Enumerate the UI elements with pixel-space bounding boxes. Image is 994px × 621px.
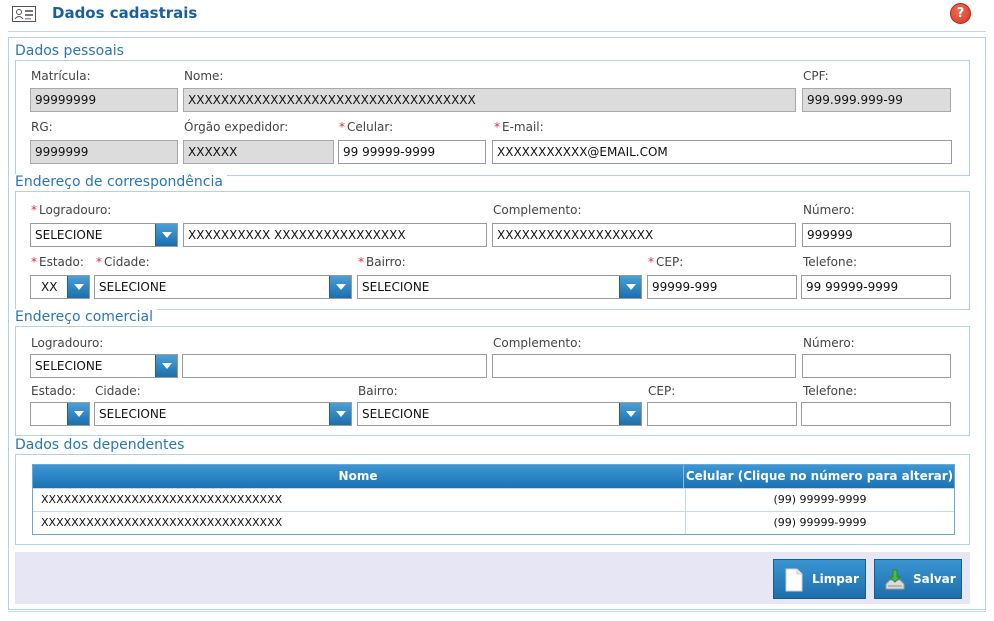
required-mark: * <box>648 255 654 269</box>
matricula-field[interactable]: 99999999 <box>30 88 178 112</box>
action-bar: Limpar Salvar <box>15 552 970 604</box>
label-cidade-comercial: Cidade: <box>95 384 141 398</box>
label-cpf: CPF: <box>803 69 829 83</box>
chevron-down-icon[interactable] <box>619 276 641 298</box>
label-estado-comercial: Estado: <box>31 384 76 398</box>
legend-endereco-correspondencia: Endereço de correspondência <box>15 174 227 190</box>
label-cidade: * Cidade: <box>96 255 150 269</box>
orgao-expedidor-field[interactable]: XXXXXX <box>183 140 334 164</box>
page-header: Dados cadastrais ? <box>0 0 994 30</box>
blank-page-icon <box>785 568 803 592</box>
id-card-icon <box>12 6 36 22</box>
label-cep-comercial: CEP: <box>648 384 676 398</box>
dependente-celular-link[interactable]: (99) 99999-9999 <box>685 512 954 534</box>
chevron-down-icon[interactable] <box>155 224 177 246</box>
column-header-nome: Nome <box>33 465 684 488</box>
chevron-down-icon[interactable] <box>329 403 351 425</box>
cidade-comercial-value: SELECIONE <box>99 407 167 421</box>
logradouro-tipo-value: SELECIONE <box>35 228 103 242</box>
limpar-label: Limpar <box>812 572 859 586</box>
label-telefone-comercial: Telefone: <box>803 384 857 398</box>
chevron-down-icon[interactable] <box>67 276 89 298</box>
nome-field[interactable]: XXXXXXXXXXXXXXXXXXXXXXXXXXXXXXXXXXX <box>183 88 796 112</box>
table-row: XXXXXXXXXXXXXXXXXXXXXXXXXXXXXXXX (99) 99… <box>33 488 954 511</box>
cidade-comercial-select[interactable]: SELECIONE <box>94 402 352 426</box>
logradouro-comercial-input[interactable] <box>182 354 487 378</box>
required-mark: * <box>31 203 37 217</box>
dependente-nome: XXXXXXXXXXXXXXXXXXXXXXXXXXXXXXXX <box>41 516 283 529</box>
label-bairro: * Bairro: <box>358 255 406 269</box>
chevron-down-icon[interactable] <box>155 355 177 377</box>
page-title: Dados cadastrais <box>52 4 198 22</box>
label-celular: * Celular: <box>339 120 394 134</box>
dependente-nome: XXXXXXXXXXXXXXXXXXXXXXXXXXXXXXXX <box>41 493 283 506</box>
bairro-value: SELECIONE <box>362 280 430 294</box>
chevron-down-icon[interactable] <box>329 276 351 298</box>
logradouro-tipo-comercial-select[interactable]: SELECIONE <box>30 354 178 378</box>
divider <box>8 611 986 612</box>
bairro-comercial-value: SELECIONE <box>362 407 430 421</box>
label-logradouro-comercial: Logradouro: <box>31 336 104 350</box>
estado-comercial-select[interactable] <box>30 402 90 426</box>
logradouro-input[interactable]: XXXXXXXXXX XXXXXXXXXXXXXXXX <box>183 223 487 247</box>
table-header: Nome Celular (Clique no número para alte… <box>33 465 954 488</box>
help-icon[interactable]: ? <box>950 3 971 24</box>
estado-select[interactable]: XX <box>30 275 90 299</box>
cep-comercial-input[interactable] <box>647 402 797 426</box>
label-telefone: Telefone: <box>803 255 857 269</box>
divider <box>8 31 986 32</box>
telefone-comercial-input[interactable] <box>801 402 951 426</box>
complemento-comercial-input[interactable] <box>492 354 796 378</box>
label-numero-comercial: Número: <box>803 336 855 350</box>
complemento-input[interactable]: XXXXXXXXXXXXXXXXXXX <box>492 223 796 247</box>
label-matricula: Matrícula: <box>31 69 91 83</box>
required-mark: * <box>339 120 345 134</box>
cep-input[interactable]: 99999-999 <box>647 275 797 299</box>
dependentes-table: Nome Celular (Clique no número para alte… <box>32 464 955 535</box>
numero-comercial-input[interactable] <box>802 354 951 378</box>
cpf-field[interactable]: 999.999.999-99 <box>802 88 951 112</box>
required-mark: * <box>31 255 37 269</box>
estado-value: XX <box>41 280 58 294</box>
salvar-button[interactable]: Salvar <box>874 559 962 599</box>
bairro-comercial-select[interactable]: SELECIONE <box>357 402 642 426</box>
label-numero: Número: <box>803 203 855 217</box>
bairro-select[interactable]: SELECIONE <box>357 275 642 299</box>
celular-input[interactable]: 99 99999-9999 <box>338 140 486 164</box>
required-mark: * <box>494 120 500 134</box>
salvar-label: Salvar <box>913 572 956 586</box>
chevron-down-icon[interactable] <box>67 403 89 425</box>
logradouro-tipo-comercial-value: SELECIONE <box>35 359 103 373</box>
rg-field[interactable]: 9999999 <box>30 140 178 164</box>
label-complemento-comercial: Complemento: <box>493 336 582 350</box>
numero-input[interactable]: 999999 <box>802 223 951 247</box>
required-mark: * <box>358 255 364 269</box>
download-tray-icon <box>885 569 905 590</box>
column-header-celular: Celular (Clique no número para alterar) <box>685 469 954 483</box>
required-mark: * <box>96 255 102 269</box>
label-bairro-comercial: Bairro: <box>358 384 398 398</box>
label-orgao-expedidor: Órgão expedidor: <box>184 120 289 134</box>
telefone-input[interactable]: 99 99999-9999 <box>801 275 951 299</box>
email-input[interactable]: XXXXXXXXXXX@EMAIL.COM <box>492 140 952 164</box>
label-estado: * Estado: <box>31 255 84 269</box>
label-cep: * CEP: <box>648 255 684 269</box>
limpar-button[interactable]: Limpar <box>773 559 866 599</box>
chevron-down-icon[interactable] <box>619 403 641 425</box>
table-row: XXXXXXXXXXXXXXXXXXXXXXXXXXXXXXXX (99) 99… <box>33 511 954 534</box>
cidade-value: SELECIONE <box>99 280 167 294</box>
label-email: * E-mail: <box>494 120 544 134</box>
legend-dados-dependentes: Dados dos dependentes <box>15 437 189 453</box>
legend-endereco-comercial: Endereço comercial <box>15 309 158 325</box>
legend-dados-pessoais: Dados pessoais <box>15 43 128 59</box>
dependente-celular-link[interactable]: (99) 99999-9999 <box>685 489 954 511</box>
label-nome: Nome: <box>184 69 224 83</box>
cidade-select[interactable]: SELECIONE <box>94 275 352 299</box>
label-complemento: Complemento: <box>493 203 582 217</box>
label-rg: RG: <box>31 120 53 134</box>
label-logradouro: * Logradouro: <box>31 203 112 217</box>
logradouro-tipo-select[interactable]: SELECIONE <box>30 223 178 247</box>
